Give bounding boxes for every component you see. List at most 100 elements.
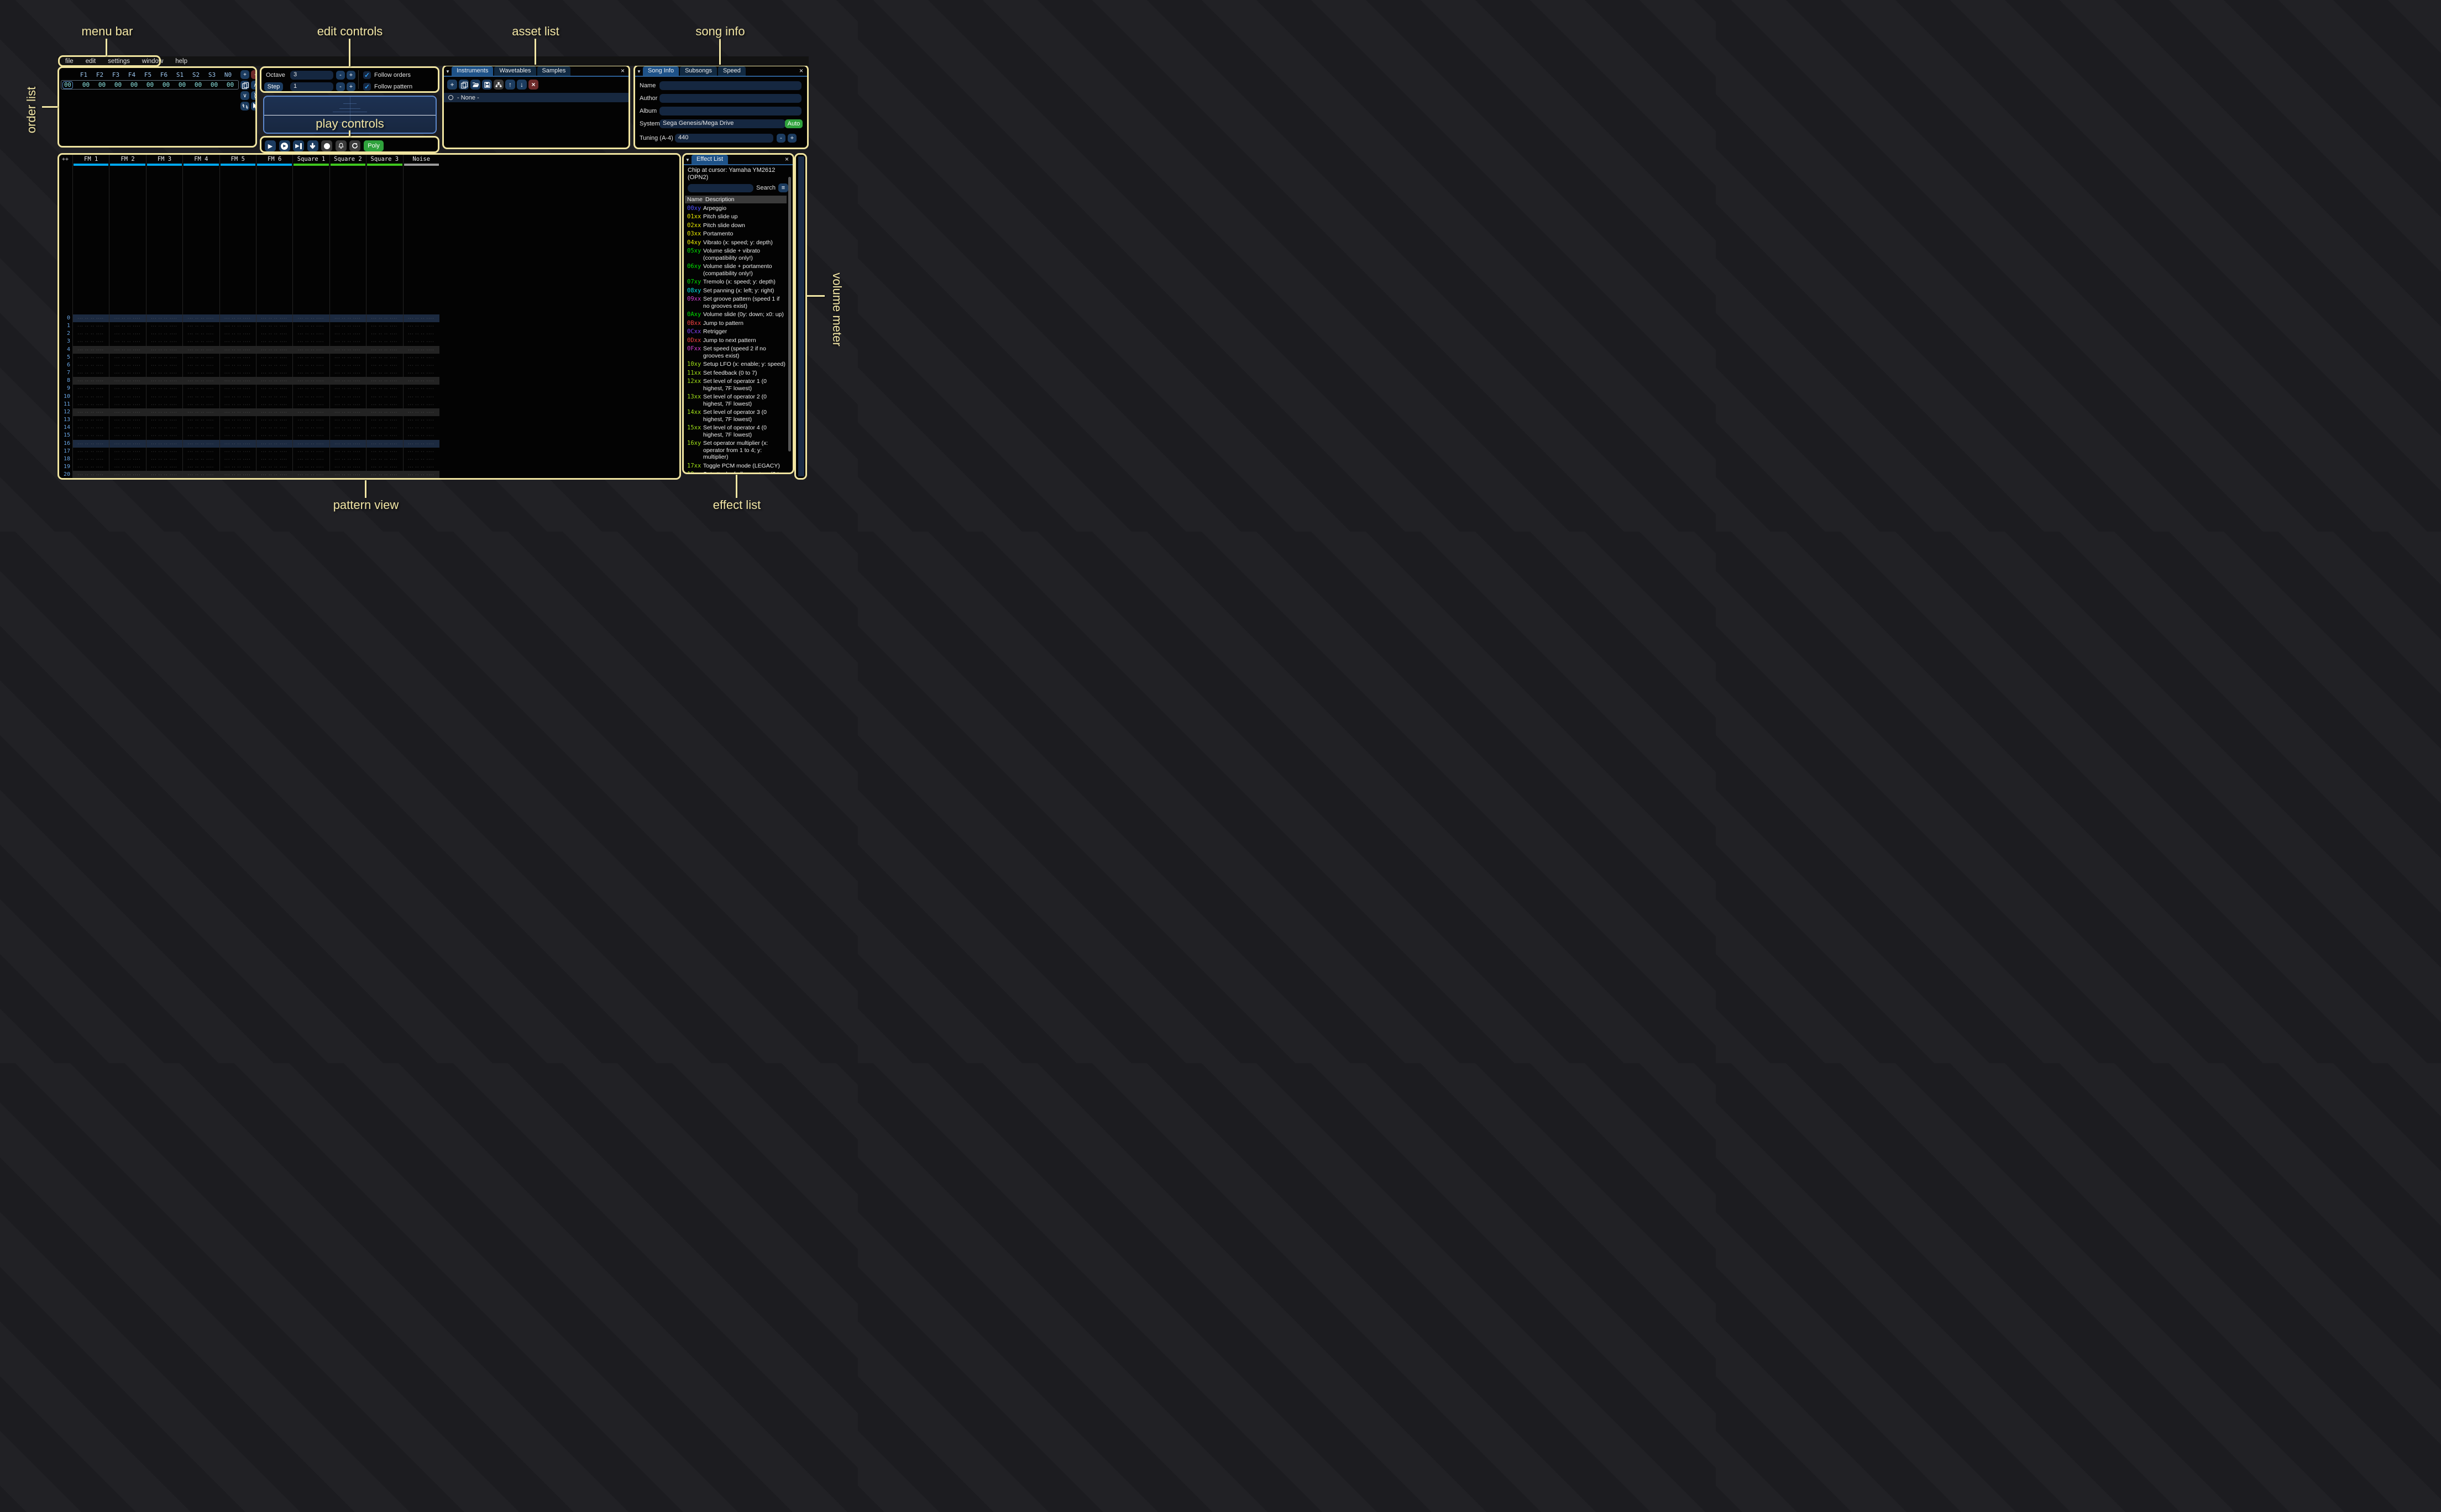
octave-decrease-button[interactable]: - [336,71,345,80]
pattern-cell[interactable]: ··· ·· ·· ···· [182,354,219,361]
pattern-cell[interactable]: ··· ·· ·· ···· [146,401,182,408]
pattern-cell[interactable]: ··· ·· ·· ···· [403,463,439,471]
pattern-cell[interactable]: ··· ·· ·· ···· [403,455,439,463]
pattern-row[interactable]: 5 ··· ·· ·· ······· ·· ·· ······· ·· ·· … [59,354,679,361]
pattern-cell[interactable]: ··· ·· ·· ···· [72,314,109,322]
step-row-button[interactable] [307,140,318,151]
pattern-cell[interactable]: ··· ·· ·· ···· [72,471,109,479]
move-down-button[interactable]: ↓ [517,80,527,90]
pattern-cell[interactable]: ··· ·· ·· ···· [292,385,329,392]
chevron-down-icon[interactable]: ▼ [444,69,452,76]
pattern-cell[interactable]: ··· ·· ·· ···· [72,408,109,416]
close-icon[interactable]: × [799,67,803,74]
pattern-cell[interactable]: ··· ·· ·· ···· [256,440,292,448]
pattern-cell[interactable]: ··· ·· ·· ···· [219,361,256,369]
menu-item[interactable]: settings [108,58,130,65]
pattern-cell[interactable]: ··· ·· ·· ···· [72,432,109,439]
pattern-cell[interactable]: ··· ·· ·· ···· [72,354,109,361]
tuning-input[interactable]: 440 [675,134,773,143]
pattern-cell[interactable]: ··· ·· ·· ···· [72,440,109,448]
pattern-cell[interactable]: ··· ·· ·· ···· [146,369,182,377]
pattern-row[interactable]: 17 ··· ·· ·· ······· ·· ·· ······· ·· ··… [59,448,679,455]
channel-header[interactable]: FM 6 [256,156,292,162]
pattern-cell[interactable]: ··· ·· ·· ···· [182,440,219,448]
pattern-cell[interactable]: ··· ·· ·· ···· [109,338,145,345]
pattern-cell[interactable]: ··· ·· ·· ···· [292,330,329,338]
pattern-cell[interactable]: ··· ·· ·· ···· [109,424,145,432]
pattern-cell[interactable]: ··· ·· ·· ···· [72,346,109,354]
pattern-cell[interactable]: ··· ·· ·· ···· [146,416,182,424]
pattern-cell[interactable]: ··· ·· ·· ···· [256,322,292,330]
channel-header[interactable]: FM 1 [73,156,109,162]
pattern-cell[interactable]: ··· ·· ·· ···· [292,416,329,424]
pattern-cell[interactable]: ··· ·· ·· ···· [109,385,145,392]
pattern-cell[interactable]: ··· ·· ·· ···· [329,385,366,392]
pattern-row[interactable]: 19 ··· ·· ·· ······· ·· ·· ······· ·· ··… [59,463,679,471]
instrument-list-item[interactable]: - None - [444,93,628,102]
pattern-row[interactable]: 4 ··· ·· ·· ······· ·· ·· ······· ·· ·· … [59,346,679,354]
pattern-cell[interactable]: ··· ·· ·· ···· [219,440,256,448]
pattern-cell[interactable]: ··· ·· ·· ···· [403,471,439,479]
follow-pattern-checkbox[interactable]: ✓ [363,83,371,91]
pattern-cell[interactable]: ··· ·· ·· ···· [256,432,292,439]
order-move-up-button[interactable]: ∧ [251,81,257,90]
pattern-cell[interactable]: ··· ·· ·· ···· [146,393,182,401]
pattern-cell[interactable]: ··· ·· ·· ···· [292,361,329,369]
pattern-cell[interactable]: ··· ·· ·· ···· [219,377,256,385]
pattern-cell[interactable]: ··· ·· ·· ···· [366,424,402,432]
name-input[interactable] [659,81,802,90]
pattern-cell[interactable]: ··· ·· ·· ···· [256,361,292,369]
pattern-cell[interactable]: ··· ·· ·· ···· [109,377,145,385]
pattern-cell[interactable]: ··· ·· ·· ···· [219,338,256,345]
order-duplicate-end-button[interactable]: ∨∨ [251,91,257,100]
order-cell[interactable]: 00 [110,81,126,88]
pattern-cell[interactable]: ··· ·· ·· ···· [256,471,292,479]
play-button[interactable]: ▶ [265,140,276,151]
pattern-cell[interactable]: ··· ·· ·· ···· [219,314,256,322]
pattern-cell[interactable]: ··· ·· ·· ···· [366,338,402,345]
pattern-cell[interactable]: ··· ·· ·· ···· [72,463,109,471]
metronome-button[interactable] [336,140,347,151]
pattern-row[interactable]: 0 ··· ·· ·· ······· ·· ·· ······· ·· ·· … [59,314,679,322]
auto-system-button[interactable]: Auto [785,119,803,128]
pattern-cell[interactable]: ··· ·· ·· ···· [329,369,366,377]
pattern-row[interactable]: 15 ··· ·· ·· ······· ·· ·· ······· ·· ··… [59,432,679,439]
pattern-cell[interactable]: ··· ·· ·· ···· [403,322,439,330]
duplicate-instrument-button[interactable] [459,80,469,90]
pattern-cell[interactable]: ··· ·· ·· ···· [256,448,292,455]
pattern-cell[interactable]: ··· ·· ·· ···· [292,369,329,377]
pattern-cell[interactable]: ··· ·· ·· ···· [219,408,256,416]
pattern-cell[interactable]: ··· ·· ·· ···· [256,385,292,392]
effect-list-menu-button[interactable]: ≡ [778,183,788,192]
pattern-cell[interactable]: ··· ·· ·· ···· [329,424,366,432]
move-up-button[interactable]: ↑ [505,80,515,90]
pattern-row[interactable]: 13 ··· ·· ·· ······· ·· ·· ······· ·· ··… [59,416,679,424]
order-cell[interactable]: 00 [206,81,222,88]
pattern-cell[interactable]: ··· ·· ·· ···· [182,369,219,377]
pattern-cell[interactable]: ··· ·· ·· ···· [292,322,329,330]
pattern-corner-expand[interactable]: ++ [62,156,69,162]
pattern-cell[interactable]: ··· ·· ·· ···· [366,354,402,361]
pattern-cell[interactable]: ··· ·· ·· ···· [292,424,329,432]
pattern-cell[interactable]: ··· ·· ·· ···· [366,471,402,479]
album-input[interactable] [659,107,802,116]
pattern-cell[interactable]: ··· ·· ·· ···· [109,463,145,471]
pattern-cell[interactable]: ··· ·· ·· ···· [256,393,292,401]
step-button[interactable]: Step [264,82,283,91]
song-info-tab[interactable]: Subsongs [680,66,717,76]
menu-item[interactable]: help [175,58,187,65]
pattern-cell[interactable]: ··· ·· ·· ···· [109,416,145,424]
step-input[interactable]: 1 [290,82,333,91]
pattern-cell[interactable]: ··· ·· ·· ···· [72,322,109,330]
pattern-cell[interactable]: ··· ·· ·· ···· [366,330,402,338]
pattern-cell[interactable]: ··· ·· ·· ···· [256,455,292,463]
pattern-cell[interactable]: ··· ·· ·· ···· [146,377,182,385]
pattern-row[interactable]: 8 ··· ·· ·· ······· ·· ·· ······· ·· ·· … [59,377,679,385]
pattern-row[interactable]: 11 ··· ·· ·· ······· ·· ·· ······· ·· ··… [59,401,679,408]
pattern-cell[interactable]: ··· ·· ·· ···· [219,369,256,377]
pattern-cell[interactable]: ··· ·· ·· ···· [182,432,219,439]
song-info-tab[interactable]: Song Info [643,66,679,76]
pattern-cell[interactable]: ··· ·· ·· ···· [146,408,182,416]
tuning-decrease-button[interactable]: - [777,134,785,143]
pattern-cell[interactable]: ··· ·· ·· ···· [292,455,329,463]
